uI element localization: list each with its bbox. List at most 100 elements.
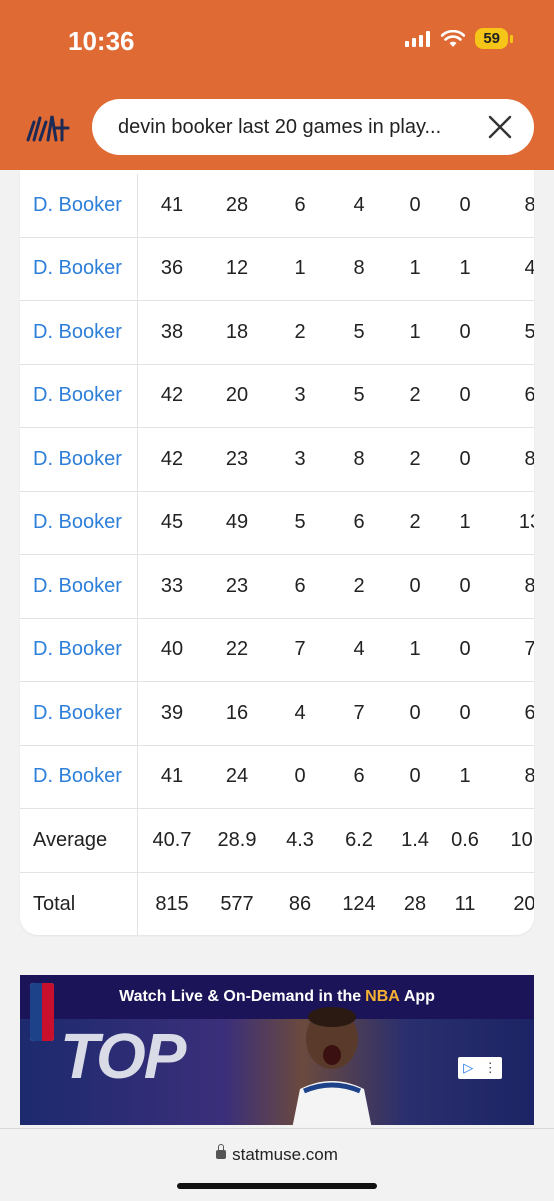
- stat-cell: 1: [459, 257, 471, 280]
- stat-cell: 16: [225, 701, 249, 724]
- stat-cell: 8: [524, 193, 534, 216]
- stat-cell: 1: [409, 257, 421, 280]
- table-row: D. Booker 42 23 3 8 2 0 8: [20, 428, 534, 492]
- stat-cell: 23: [225, 574, 249, 597]
- stat-cell: 4: [294, 701, 306, 724]
- ad-banner-suffix: App: [403, 988, 435, 1005]
- table-row: D. Booker 36 12 1 8 1 1 4: [20, 237, 534, 301]
- search-input[interactable]: devin booker last 20 games in play...: [92, 99, 534, 155]
- ad-banner[interactable]: Watch Live & On-Demand in the NBA App: [20, 975, 534, 1019]
- player-name-link[interactable]: D. Booker: [20, 237, 138, 300]
- stat-cell: 6.2: [345, 828, 373, 851]
- stat-cell: 577: [220, 892, 254, 915]
- stat-cell: 0.6: [451, 828, 479, 851]
- stat-cell: 5: [353, 384, 365, 407]
- stat-cell: 4: [524, 257, 534, 280]
- stat-cell: 41: [160, 193, 184, 216]
- table-row: D. Booker 41 28 6 4 0 0 8: [20, 174, 534, 238]
- player-name-link[interactable]: D. Booker: [20, 618, 138, 681]
- stat-cell: 0: [459, 574, 471, 597]
- player-image: [292, 1007, 372, 1125]
- nba-app-ad[interactable]: Watch Live & On-Demand in the NBA App TO…: [20, 975, 534, 1125]
- status-icons: 59: [405, 28, 513, 49]
- ad-image[interactable]: TOP ▷ ⋮: [20, 1007, 534, 1125]
- stat-cell: 1: [459, 765, 471, 788]
- statmuse-logo-icon[interactable]: [26, 112, 72, 144]
- address-domain[interactable]: statmuse.com: [0, 1144, 554, 1165]
- stat-cell: 0: [459, 701, 471, 724]
- stat-cell: 6: [353, 511, 365, 534]
- stat-cell: 0: [294, 765, 306, 788]
- stat-cell: 0: [459, 193, 471, 216]
- stat-cell: 0: [459, 384, 471, 407]
- stat-cell: 0: [409, 193, 421, 216]
- stat-cell: 5: [353, 320, 365, 343]
- wifi-icon: [441, 29, 466, 47]
- stat-cell: 6: [353, 765, 365, 788]
- stat-cell: 7: [524, 638, 534, 661]
- stat-cell: 2: [409, 511, 421, 534]
- stat-cell: 49: [225, 511, 249, 534]
- player-name-link[interactable]: D. Booker: [20, 428, 138, 491]
- stat-cell: 45: [160, 511, 184, 534]
- table-row: D. Booker 33 23 6 2 0 0 8: [20, 555, 534, 619]
- stat-cell: 86: [288, 892, 312, 915]
- battery-badge: 59: [475, 28, 513, 49]
- stats-table: D. Booker 41 28 6 4 0 0 8 D. Booker 36 12 1 8 1 1 4 D. B…: [20, 170, 534, 935]
- stat-cell: 2: [353, 574, 365, 597]
- player-name-link[interactable]: D. Booker: [20, 682, 138, 745]
- table-row: D. Booker 45 49 5 6 2 1 13: [20, 491, 534, 555]
- stat-cell: 40: [160, 638, 184, 661]
- stat-cell: 5: [294, 511, 306, 534]
- stat-cell: 0: [409, 765, 421, 788]
- stat-cell: 8: [524, 765, 534, 788]
- stat-cell: 22: [225, 638, 249, 661]
- stat-cell: 28: [403, 892, 427, 915]
- stat-cell: 6: [294, 193, 306, 216]
- app-header: 10:36 59 devin booker last 20 games in p…: [0, 0, 554, 170]
- stat-cell: 28: [225, 193, 249, 216]
- stat-cell: 13: [518, 511, 534, 534]
- stat-cell: 6: [294, 574, 306, 597]
- summary-row: Total 815 577 86 124 28 11 205: [20, 872, 534, 935]
- stat-cell: 7: [294, 638, 306, 661]
- table-row: D. Booker 38 18 2 5 1 0 5: [20, 301, 534, 365]
- stat-cell: 1.4: [401, 828, 429, 851]
- signal-icon: [405, 30, 431, 47]
- player-name-link[interactable]: D. Booker: [20, 555, 138, 618]
- stat-cell: 0: [459, 320, 471, 343]
- nba-logo-icon: [30, 983, 54, 1041]
- stat-cell: 5: [524, 320, 534, 343]
- stat-cell: 4: [353, 193, 365, 216]
- stat-cell: 6: [524, 701, 534, 724]
- player-name-link[interactable]: D. Booker: [20, 364, 138, 427]
- stat-cell: 815: [155, 892, 189, 915]
- stat-cell: 205: [513, 892, 534, 915]
- status-time: 10:36: [68, 26, 135, 56]
- stat-cell: 8: [524, 447, 534, 470]
- table-row: D. Booker 42 20 3 5 2 0 6: [20, 364, 534, 428]
- stat-cell: 42: [160, 447, 184, 470]
- stat-cell: 3: [294, 384, 306, 407]
- stat-cell: 23: [225, 447, 249, 470]
- stat-cell: 1: [294, 257, 306, 280]
- stat-cell: 33: [160, 574, 184, 597]
- stat-cell: 11: [454, 892, 476, 915]
- summary-label: Average: [20, 809, 138, 872]
- stat-cell: 1: [459, 511, 471, 534]
- player-name-link[interactable]: D. Booker: [20, 491, 138, 554]
- player-name-link[interactable]: D. Booker: [20, 301, 138, 364]
- stat-cell: 8: [524, 574, 534, 597]
- stat-cell: 3: [294, 447, 306, 470]
- ad-image-text: TOP: [60, 1020, 186, 1092]
- player-name-link[interactable]: D. Booker: [20, 174, 138, 237]
- browser-address-bar[interactable]: statmuse.com: [0, 1128, 554, 1201]
- close-icon[interactable]: [486, 113, 514, 141]
- ad-choices-icon[interactable]: ▷ ⋮: [458, 1057, 502, 1079]
- stat-cell: 28.9: [217, 828, 257, 851]
- player-name-link[interactable]: D. Booker: [20, 745, 138, 808]
- stat-cell: 41: [160, 765, 184, 788]
- stat-cell: 0: [409, 701, 421, 724]
- search-query-text[interactable]: devin booker last 20 games in play...: [118, 116, 478, 139]
- stat-cell: 0: [459, 638, 471, 661]
